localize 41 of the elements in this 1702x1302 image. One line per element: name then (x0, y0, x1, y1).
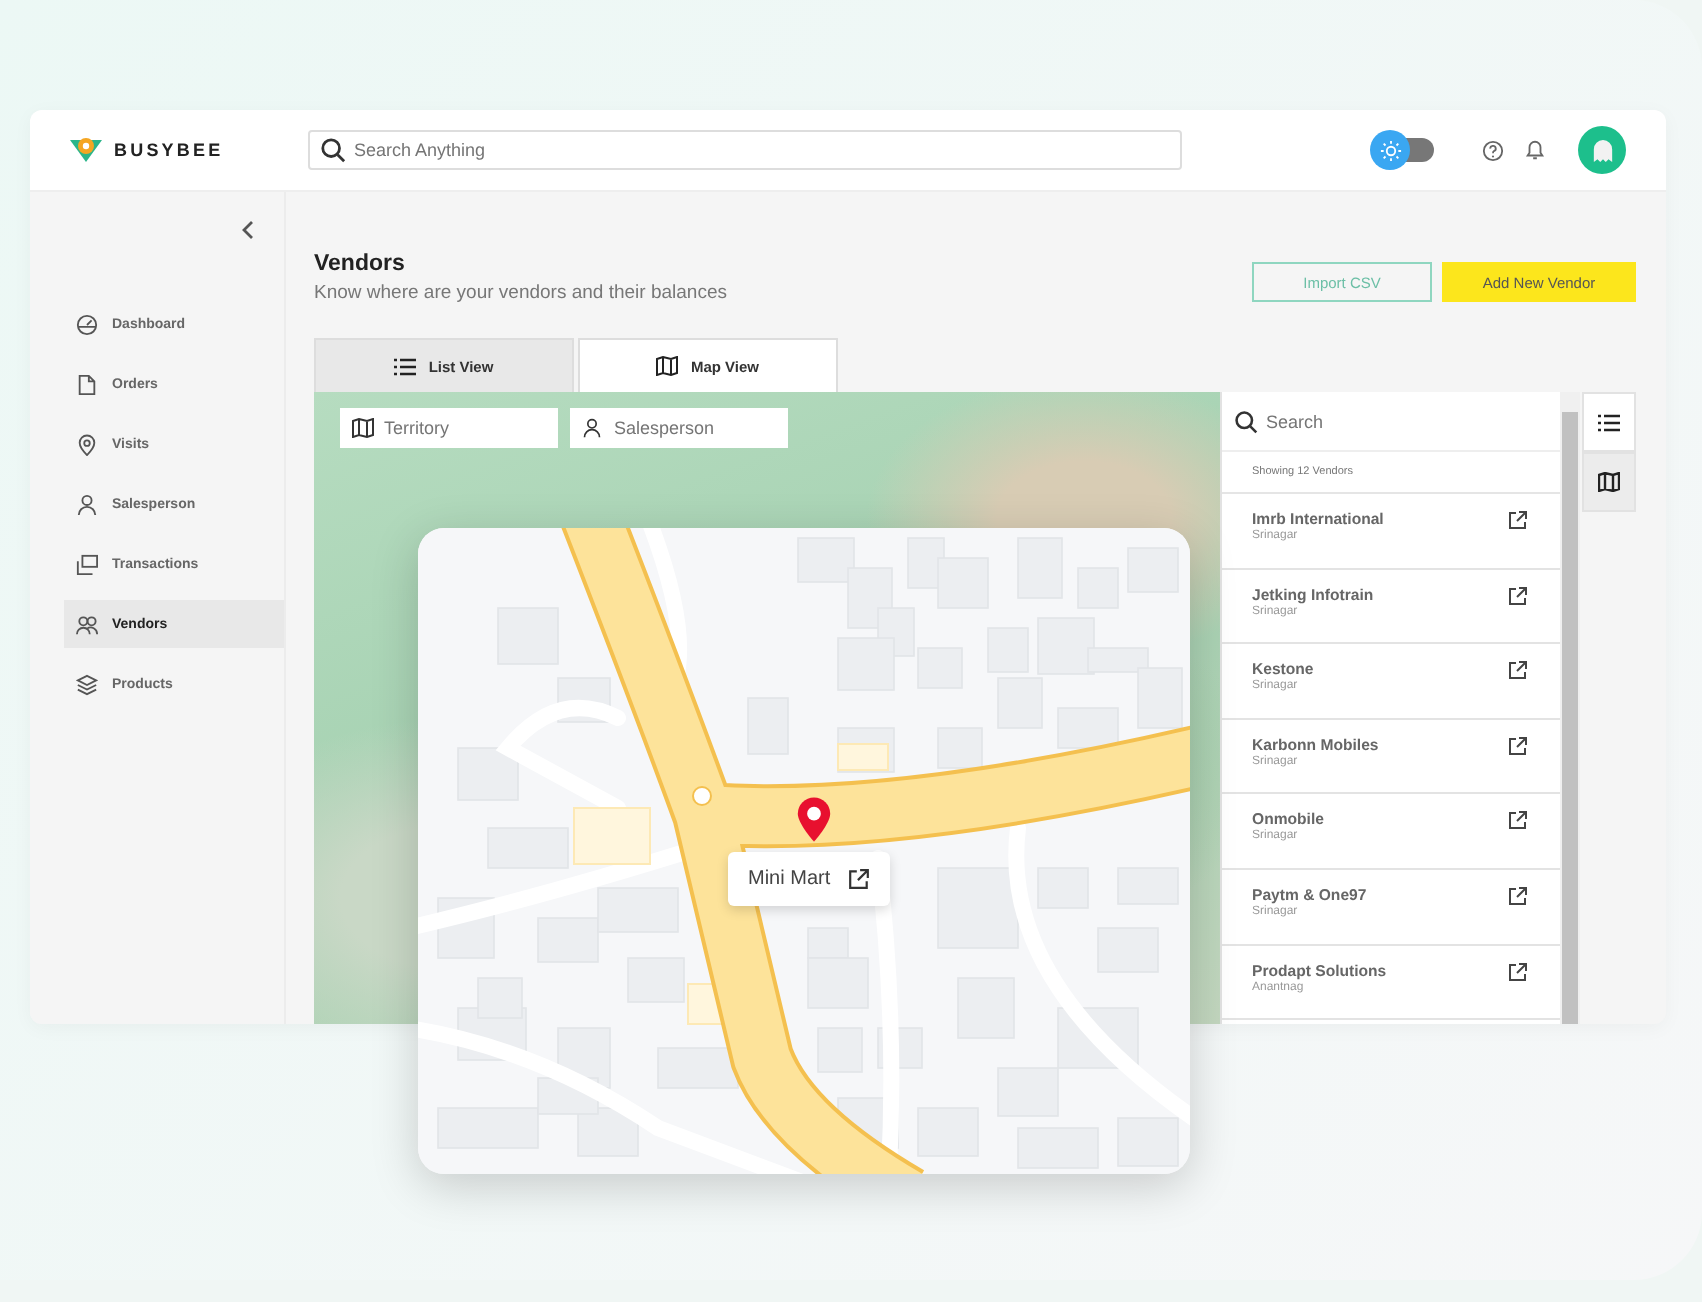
scrollbar[interactable] (1560, 392, 1580, 1024)
list-icon (1598, 413, 1620, 431)
external-link-icon[interactable] (1508, 660, 1528, 681)
search-field[interactable]: Search Anything (308, 130, 1182, 170)
bell-icon[interactable] (1524, 138, 1546, 162)
place-name: Mini Mart (748, 868, 831, 890)
search-icon (320, 137, 346, 163)
map-icon (656, 356, 679, 376)
external-link-icon[interactable] (1508, 885, 1528, 906)
external-link-icon[interactable] (1508, 735, 1528, 756)
gauge-icon (76, 313, 98, 335)
external-link-icon[interactable] (1508, 961, 1528, 982)
location-pin-icon (76, 433, 98, 455)
location-pin-icon (796, 796, 832, 844)
sun-icon (1379, 139, 1401, 161)
search-icon (1234, 410, 1258, 434)
page-title: Vendors (314, 252, 407, 276)
user-icon (582, 417, 602, 439)
map-icon (1598, 472, 1620, 492)
logo-icon (66, 136, 106, 164)
users-icon (76, 613, 98, 635)
help-icon[interactable] (1482, 139, 1504, 161)
list-view-button[interactable] (1582, 392, 1636, 452)
external-link-icon[interactable] (848, 868, 871, 890)
external-link-icon[interactable] (1508, 585, 1528, 606)
map-icon (352, 418, 374, 438)
filter-field[interactable]: Salesperson (570, 408, 788, 448)
map-popup[interactable]: Mini Mart (728, 852, 891, 906)
external-link-icon[interactable] (1508, 810, 1528, 831)
chevron-left-icon[interactable] (240, 220, 256, 240)
ghost-icon (1591, 137, 1613, 163)
document-icon (76, 373, 98, 395)
filter-field[interactable]: Territory (340, 408, 558, 448)
layers-icon (76, 673, 98, 695)
user-icon (76, 493, 98, 515)
external-link-icon[interactable] (1508, 510, 1528, 530)
list-icon (394, 357, 417, 375)
cards-icon (76, 553, 98, 575)
brand-name: BUSYBEE (114, 140, 224, 160)
map-view-button[interactable] (1582, 452, 1636, 512)
page-subtitle: Know where are your vendors and their balances (314, 282, 727, 304)
